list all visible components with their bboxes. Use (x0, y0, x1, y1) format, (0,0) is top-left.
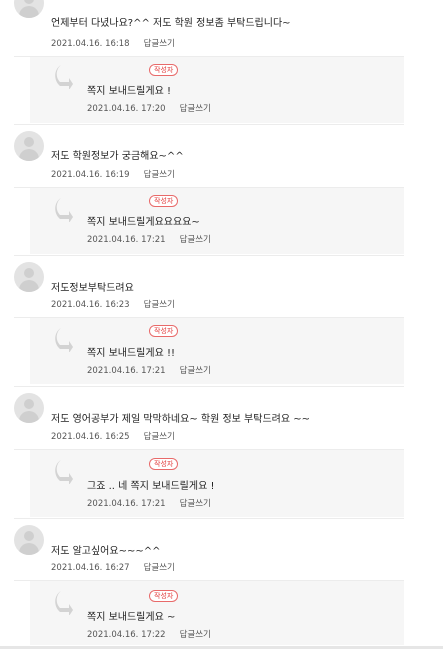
reply-button[interactable]: 답글쓰기 (144, 39, 175, 49)
comment-date: 2021.04.16. 16:27 (51, 563, 130, 573)
author-badge: 작성자 (149, 458, 179, 470)
reply-item: 작성자 쪽지 보내드릴게요요요요~ 2021.04.16. 17:21 답글쓰기 (30, 188, 404, 254)
comment-date: 2021.04.16. 16:19 (51, 170, 130, 180)
divider (14, 386, 404, 387)
comment-meta: 2021.04.16. 16:19 답글쓰기 (51, 168, 175, 180)
comment-meta: 2021.04.16. 16:23 답글쓰기 (51, 298, 175, 310)
reply-button[interactable]: 답글쓰기 (144, 563, 175, 573)
reply-text: 쪽지 보내드릴게요요요요~ (87, 217, 200, 228)
reply-meta: 2021.04.16. 17:22 답글쓰기 (87, 628, 211, 640)
reply-button[interactable]: 답글쓰기 (180, 366, 211, 376)
avatar[interactable] (14, 525, 44, 555)
reply-meta: 2021.04.16. 17:20 답글쓰기 (87, 102, 211, 114)
reply-text: 쪽지 보내드릴게요 !! (87, 348, 175, 359)
comment-text: 저도정보부탁드려요 (51, 283, 134, 294)
reply-item: 작성자 쪽지 보내드릴게요 !! 2021.04.16. 17:21 답글쓰기 (30, 318, 404, 384)
author-badge: 작성자 (149, 64, 179, 76)
reply-text: 쪽지 보내드릴게요 ! (87, 86, 171, 97)
reply-button[interactable]: 답글쓰기 (144, 170, 175, 180)
reply-button[interactable]: 답글쓰기 (180, 235, 211, 245)
avatar[interactable] (14, 131, 44, 161)
comment-date: 2021.04.16. 16:25 (51, 432, 130, 442)
reply-arrow-icon (55, 591, 73, 615)
reply-text: 쪽지 보내드릴게요 ~ (87, 612, 176, 623)
reply-arrow-icon (55, 328, 73, 352)
reply-meta: 2021.04.16. 17:21 답글쓰기 (87, 497, 211, 509)
author-badge: 작성자 (149, 590, 179, 602)
author-badge: 작성자 (149, 325, 179, 337)
comment-date: 2021.04.16. 16:23 (51, 300, 130, 310)
reply-arrow-icon (55, 198, 73, 222)
comment-text: 저도 영어공부가 제일 막막하네요~ 학원 정보 부탁드려요 ~~ (51, 414, 310, 425)
reply-meta: 2021.04.16. 17:21 답글쓰기 (87, 364, 211, 376)
divider (14, 518, 404, 519)
divider (14, 124, 404, 125)
reply-button[interactable]: 답글쓰기 (180, 630, 211, 640)
reply-item: 작성자 쪽지 보내드릴게요 ~ 2021.04.16. 17:22 답글쓰기 (30, 581, 404, 645)
avatar[interactable] (14, 262, 44, 292)
comment-meta: 2021.04.16. 16:18 답글쓰기 (51, 37, 175, 49)
reply-date: 2021.04.16. 17:21 (87, 499, 166, 509)
reply-item: 작성자 쪽지 보내드릴게요 ! 2021.04.16. 17:20 답글쓰기 (30, 57, 404, 123)
reply-arrow-icon (55, 460, 73, 484)
reply-item: 작성자 그죠 .. 네 쪽지 보내드릴게요 ! 2021.04.16. 17:2… (30, 450, 404, 517)
bottom-divider (0, 646, 443, 649)
comment-text: 저도 학원정보가 궁금해요~^^ (51, 151, 184, 162)
reply-button[interactable]: 답글쓰기 (180, 104, 211, 114)
reply-date: 2021.04.16. 17:22 (87, 630, 166, 640)
avatar[interactable] (14, 393, 44, 423)
comment-meta: 2021.04.16. 16:27 답글쓰기 (51, 561, 175, 573)
avatar[interactable] (14, 0, 44, 18)
comment-date: 2021.04.16. 16:18 (51, 39, 130, 49)
comment-meta: 2021.04.16. 16:25 답글쓰기 (51, 430, 175, 442)
reply-date: 2021.04.16. 17:21 (87, 366, 166, 376)
comment-text: 저도 알고싶어요~~~^^ (51, 546, 161, 557)
author-badge: 작성자 (149, 195, 179, 207)
reply-button[interactable]: 답글쓰기 (144, 300, 175, 310)
reply-meta: 2021.04.16. 17:21 답글쓰기 (87, 233, 211, 245)
reply-arrow-icon (55, 65, 73, 89)
reply-button[interactable]: 답글쓰기 (180, 499, 211, 509)
reply-text: 그죠 .. 네 쪽지 보내드릴게요 ! (87, 481, 215, 492)
reply-date: 2021.04.16. 17:20 (87, 104, 166, 114)
divider (14, 255, 404, 256)
reply-date: 2021.04.16. 17:21 (87, 235, 166, 245)
reply-button[interactable]: 답글쓰기 (144, 432, 175, 442)
comment-text: 언제부터 다녔나요?^^ 저도 학원 정보좀 부탁드립니다~ (51, 18, 291, 29)
